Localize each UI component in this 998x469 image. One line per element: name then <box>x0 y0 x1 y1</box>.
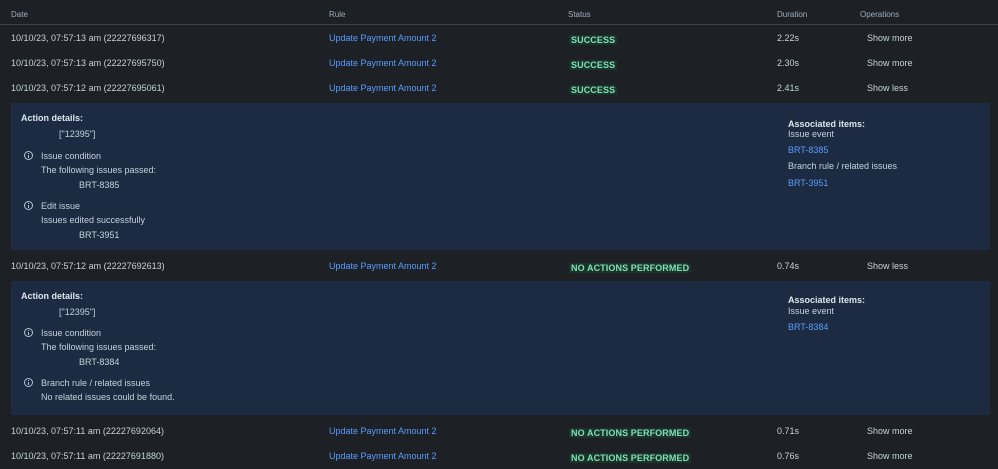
row-duration: 2.41s <box>777 83 800 93</box>
show-more-button[interactable]: Show more <box>867 58 913 68</box>
show-less-button[interactable]: Show less <box>867 261 908 271</box>
step-issue-key: BRT-3951 <box>79 230 120 240</box>
rule-link[interactable]: Update Payment Amount 2 <box>329 58 437 68</box>
info-icon <box>24 151 33 160</box>
row-duration: 2.22s <box>777 33 800 43</box>
row-duration: 0.71s <box>777 426 800 436</box>
issue-link[interactable]: BRT-3951 <box>788 178 828 188</box>
table-row: 10/10/23, 07:57:12 am (22227695061) Upda… <box>0 76 998 101</box>
action-details-label: Action details: <box>21 291 84 301</box>
row-date: 10/10/23, 07:57:11 am (22227692064) <box>11 426 164 436</box>
column-header-date[interactable]: Date <box>11 10 28 19</box>
table-row: 10/10/23, 07:57:13 am (22227696317) Upda… <box>0 26 998 51</box>
step-issue-key: BRT-8384 <box>79 357 120 367</box>
associated-group-title: Branch rule / related issues <box>788 161 898 171</box>
table-header: Date Rule Status Duration Operations <box>0 0 998 25</box>
status-badge: NO ACTIONS PERFORMED <box>569 263 692 273</box>
status-lozenge: NO ACTIONS PERFORMED <box>569 263 692 273</box>
status-badge: NO ACTIONS PERFORMED <box>569 428 692 438</box>
status-badge: NO ACTIONS PERFORMED <box>569 453 692 463</box>
step-title: Issue condition <box>41 328 102 338</box>
info-icon <box>24 201 33 210</box>
associated-group-title: Issue event <box>788 306 835 316</box>
issue-link[interactable]: BRT-8385 <box>788 145 828 155</box>
step-title: Issue condition <box>41 151 102 161</box>
step-subtitle: The following issues passed: <box>41 342 157 352</box>
rule-link[interactable]: Update Payment Amount 2 <box>329 261 437 271</box>
column-header-operations: Operations <box>860 10 900 19</box>
associated-group-title: Issue event <box>788 129 835 139</box>
status-lozenge: NO ACTIONS PERFORMED <box>569 428 692 438</box>
show-more-button[interactable]: Show more <box>867 33 913 43</box>
action-details-panel: Action details: ["12395"] Issue conditio… <box>11 281 990 415</box>
row-duration: 0.74s <box>777 261 800 271</box>
table-row: 10/10/23, 07:57:12 am (22227692613) Upda… <box>0 254 998 279</box>
status-lozenge: SUCCESS <box>569 35 618 45</box>
associated-items-label: Associated items: <box>788 119 866 129</box>
rule-link[interactable]: Update Payment Amount 2 <box>329 83 437 93</box>
row-duration: 2.30s <box>777 58 800 68</box>
status-badge: SUCCESS <box>569 35 618 45</box>
column-header-status[interactable]: Status <box>568 10 591 19</box>
table-row: 10/10/23, 07:57:11 am (22227691880) Upda… <box>0 444 998 469</box>
table-row: 10/10/23, 07:57:13 am (22227695750) Upda… <box>0 51 998 76</box>
issue-link[interactable]: BRT-8384 <box>788 322 828 332</box>
step-subtitle: The following issues passed: <box>41 165 157 175</box>
step-subtitle: No related issues could be found. <box>41 392 175 402</box>
row-date: 10/10/23, 07:57:13 am (22227696317) <box>11 33 165 43</box>
action-details-panel: Action details: ["12395"] Issue conditio… <box>11 103 990 250</box>
status-badge: SUCCESS <box>569 60 618 70</box>
row-date: 10/10/23, 07:57:13 am (22227695750) <box>11 58 165 68</box>
step-issue-key: BRT-8385 <box>79 180 120 190</box>
action-details-label: Action details: <box>21 113 84 123</box>
step-title: Edit issue <box>41 201 81 211</box>
info-icon <box>24 378 33 387</box>
rule-link[interactable]: Update Payment Amount 2 <box>329 426 437 436</box>
show-more-button[interactable]: Show more <box>867 426 913 436</box>
info-icon <box>24 328 33 337</box>
action-details-value: ["12395"] <box>59 307 96 317</box>
step-subtitle: Issues edited successfully <box>41 215 146 225</box>
action-details-value: ["12395"] <box>59 129 96 139</box>
associated-items-label: Associated items: <box>788 295 866 305</box>
row-date: 10/10/23, 07:57:12 am (22227695061) <box>11 83 165 93</box>
status-lozenge: NO ACTIONS PERFORMED <box>569 453 692 463</box>
show-less-button[interactable]: Show less <box>867 83 908 93</box>
step-title: Branch rule / related issues <box>41 378 151 388</box>
status-lozenge: SUCCESS <box>569 60 618 70</box>
rule-link[interactable]: Update Payment Amount 2 <box>329 33 437 43</box>
status-lozenge: SUCCESS <box>569 85 618 95</box>
row-date: 10/10/23, 07:57:12 am (22227692613) <box>11 261 165 271</box>
column-header-rule[interactable]: Rule <box>329 10 345 19</box>
column-header-duration[interactable]: Duration <box>777 10 807 19</box>
status-badge: SUCCESS <box>569 85 618 95</box>
table-row: 10/10/23, 07:57:11 am (22227692064) Upda… <box>0 419 998 444</box>
